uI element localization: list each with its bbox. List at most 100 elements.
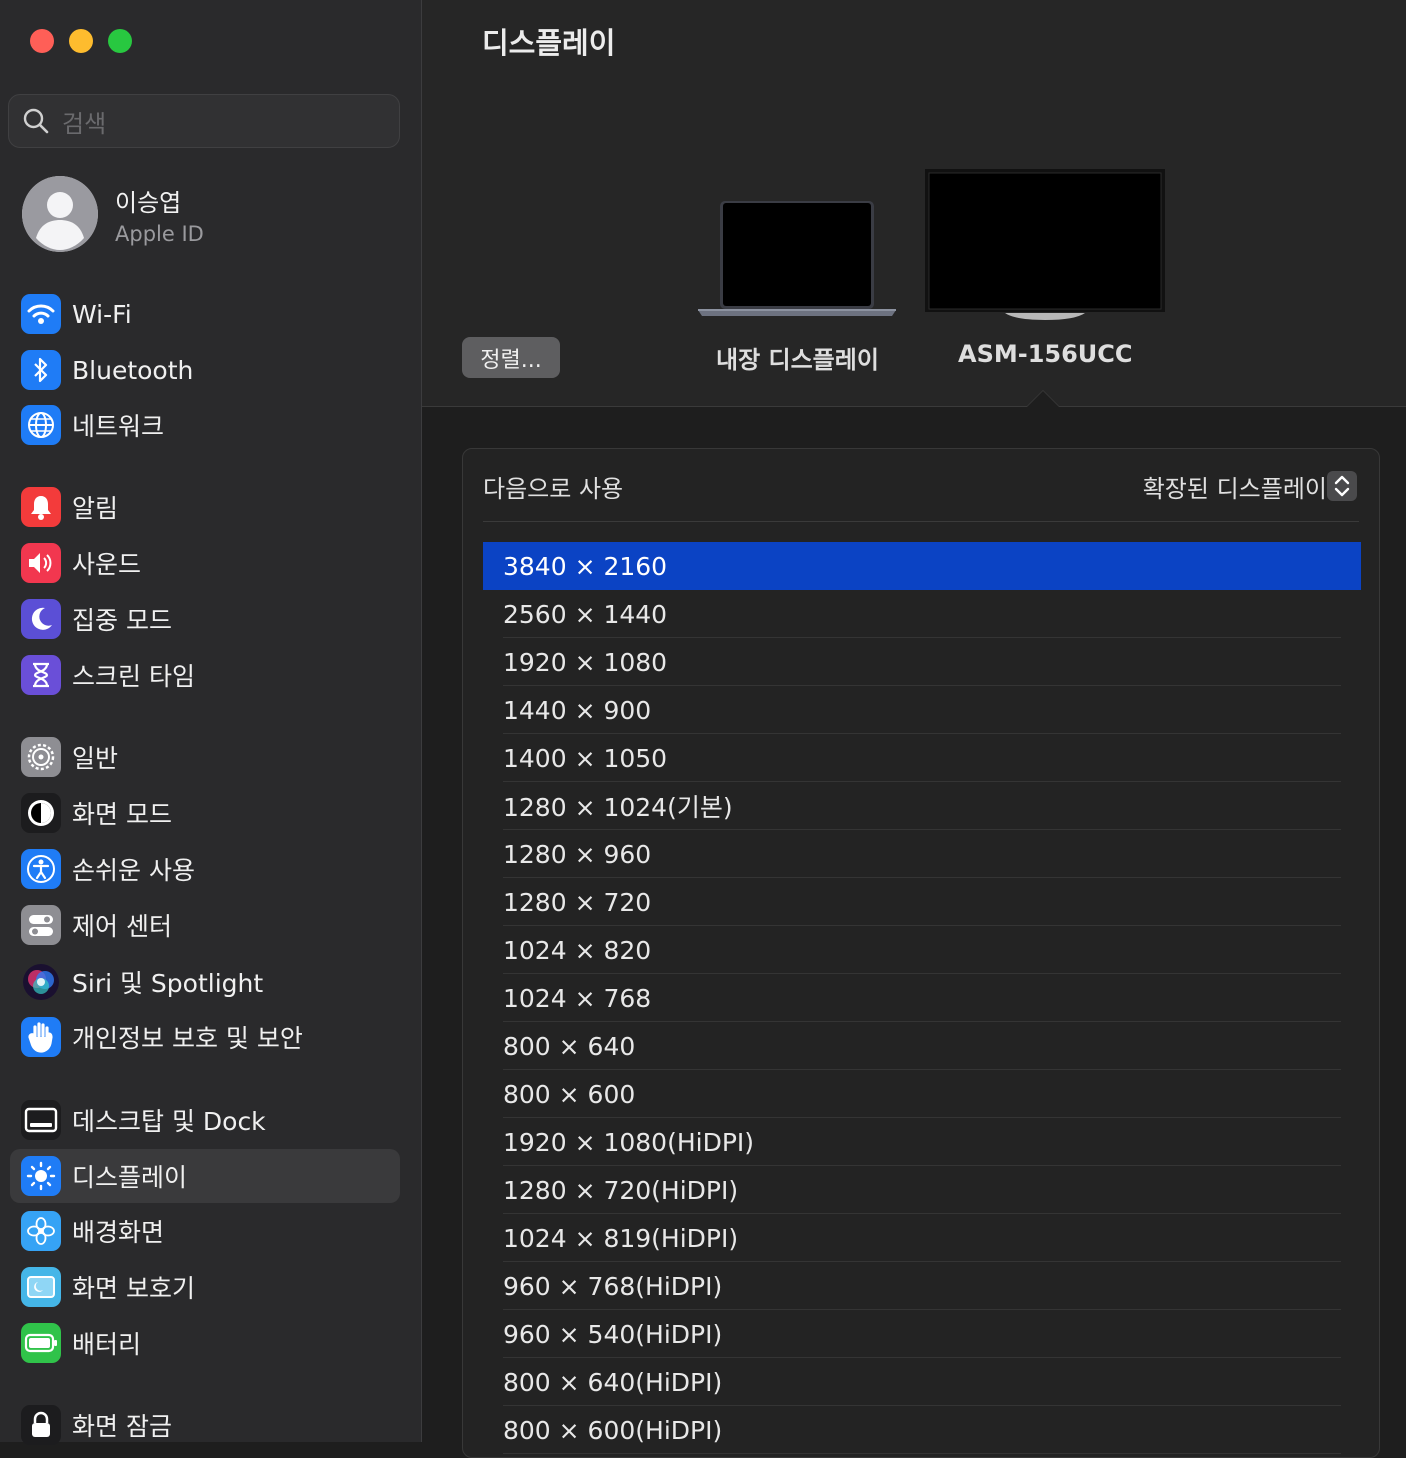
page-title: 디스플레이	[482, 26, 616, 60]
display-arrangement: 디스플레이 내장 디스플레이 ASM-156UCC 정렬...	[422, 0, 1406, 407]
siri-icon	[21, 962, 61, 1002]
sidebar-item-wifi[interactable]: Wi-Fi	[10, 287, 400, 341]
apple-id-account[interactable]: 이승엽 Apple ID	[22, 176, 204, 252]
use-as-row: 다음으로 사용 확장된 디스플레이	[483, 449, 1359, 522]
sidebar-item-screen-saver[interactable]: 화면 보호기	[10, 1260, 400, 1314]
bluetooth-icon	[21, 350, 61, 390]
sidebar-item-bluetooth[interactable]: Bluetooth	[10, 343, 400, 397]
resolution-option[interactable]: 1920 × 1080	[483, 638, 1361, 686]
external-display-thumbnail[interactable]	[925, 169, 1165, 323]
sun-icon	[21, 1156, 61, 1196]
sidebar-item-appearance[interactable]: 화면 모드	[10, 786, 400, 840]
resolution-label: 960 × 540(HiDPI)	[503, 1319, 723, 1349]
sidebar-item-network[interactable]: 네트워크	[10, 398, 400, 452]
sidebar-item-label: 배터리	[72, 1330, 142, 1359]
sidebar-item-label: 알림	[72, 494, 119, 523]
use-as-label: 다음으로 사용	[483, 475, 624, 503]
sidebar-item-label: 스크린 타임	[72, 662, 195, 691]
external-display-label[interactable]: ASM-156UCC	[958, 340, 1133, 368]
bell-icon	[21, 487, 61, 527]
main-content: 디스플레이 내장 디스플레이 ASM-156UCC 정렬... 다음으로 사용	[422, 0, 1406, 1458]
resolution-label: 1280 × 720	[503, 887, 652, 917]
sidebar-item-label: 일반	[72, 744, 119, 773]
resolution-list: 3840 × 2160 2560 × 1440 1920 × 1080 1440…	[483, 542, 1361, 1454]
sidebar-item-label: Wi-Fi	[72, 299, 132, 329]
resolution-label: 1440 × 900	[503, 695, 652, 725]
sidebar-item-label: Siri 및 Spotlight	[72, 969, 264, 998]
account-subtitle: Apple ID	[115, 221, 204, 246]
resolution-option[interactable]: 800 × 600(HiDPI)	[483, 1406, 1361, 1454]
sidebar-item-label: 데스크탑 및 Dock	[72, 1107, 266, 1136]
builtin-display-label[interactable]: 내장 디스플레이	[716, 340, 879, 375]
wifi-icon	[21, 294, 61, 334]
toggles-icon	[21, 905, 61, 945]
sidebar-item-general[interactable]: 일반	[10, 730, 400, 784]
resolution-option[interactable]: 1280 × 720	[483, 878, 1361, 926]
sidebar-item-battery[interactable]: 배터리	[10, 1316, 400, 1370]
arrange-button[interactable]: 정렬...	[462, 337, 560, 378]
resolution-label: 800 × 640	[503, 1031, 636, 1061]
zoom-button[interactable]	[108, 29, 132, 53]
resolution-label: 1024 × 768	[503, 983, 652, 1013]
resolution-option[interactable]: 1024 × 820	[483, 926, 1361, 974]
resolution-label: 800 × 600	[503, 1079, 636, 1109]
person-icon	[22, 176, 98, 252]
sidebar: 검색 이승엽 Apple ID Wi-Fi Bluetooth 네트워크 알림 …	[0, 0, 422, 1445]
resolution-option[interactable]: 1440 × 900	[483, 686, 1361, 734]
display-settings-panel: 다음으로 사용 확장된 디스플레이 3840 × 2160 2560 × 144…	[462, 448, 1380, 1458]
laptop-icon	[698, 201, 896, 316]
use-as-popup[interactable]: 확장된 디스플레이	[1143, 469, 1327, 504]
sidebar-item-label: 사운드	[72, 550, 142, 579]
resolution-option[interactable]: 1920 × 1080(HiDPI)	[483, 1118, 1361, 1166]
resolution-option[interactable]: 800 × 640(HiDPI)	[483, 1358, 1361, 1406]
resolution-option[interactable]: 1280 × 960	[483, 830, 1361, 878]
resolution-option[interactable]: 1280 × 720(HiDPI)	[483, 1166, 1361, 1214]
sidebar-item-control-center[interactable]: 제어 센터	[10, 898, 400, 952]
sidebar-item-screen-time[interactable]: 스크린 타임	[10, 648, 400, 702]
resolution-label: 3840 × 2160	[503, 551, 668, 581]
sidebar-item-siri-spotlight[interactable]: Siri 및 Spotlight	[10, 955, 400, 1009]
speaker-icon	[21, 543, 61, 583]
close-button[interactable]	[30, 29, 54, 53]
sidebar-item-focus[interactable]: 집중 모드	[10, 592, 400, 646]
resolution-label: 1400 × 1050	[503, 743, 668, 773]
resolution-option[interactable]: 1024 × 819(HiDPI)	[483, 1214, 1361, 1262]
flower-icon	[21, 1211, 61, 1251]
window-controls	[30, 29, 132, 53]
sidebar-item-label: 제어 센터	[72, 912, 172, 941]
sidebar-item-wallpaper[interactable]: 배경화면	[10, 1204, 400, 1258]
sidebar-item-notifications[interactable]: 알림	[10, 480, 400, 534]
sidebar-item-privacy-security[interactable]: 개인정보 보호 및 보안	[10, 1010, 400, 1064]
sidebar-item-desktop-dock[interactable]: 데스크탑 및 Dock	[10, 1093, 400, 1147]
resolution-label: 1920 × 1080(HiDPI)	[503, 1127, 755, 1157]
battery-icon	[21, 1323, 61, 1363]
resolution-option[interactable]: 1280 × 1024(기본)	[483, 782, 1361, 830]
globe-icon	[21, 405, 61, 445]
sidebar-item-accessibility[interactable]: 손쉬운 사용	[10, 842, 400, 896]
sidebar-item-label: Bluetooth	[72, 355, 194, 385]
resolution-label: 1280 × 720(HiDPI)	[503, 1175, 739, 1205]
resolution-option[interactable]: 3840 × 2160	[483, 542, 1361, 590]
search-field[interactable]: 검색	[8, 94, 400, 148]
resolution-option[interactable]: 960 × 540(HiDPI)	[483, 1310, 1361, 1358]
resolution-label: 800 × 600(HiDPI)	[503, 1415, 723, 1445]
sidebar-item-label: 집중 모드	[72, 606, 172, 635]
resolution-option[interactable]: 1400 × 1050	[483, 734, 1361, 782]
resolution-option[interactable]: 2560 × 1440	[483, 590, 1361, 638]
resolution-label: 1024 × 820	[503, 935, 652, 965]
sidebar-item-displays[interactable]: 디스플레이	[10, 1149, 400, 1203]
popup-chevron-icon[interactable]	[1327, 471, 1357, 501]
sidebar-item-lock-screen[interactable]: 화면 잠금	[10, 1398, 400, 1452]
resolution-option[interactable]: 800 × 600	[483, 1070, 1361, 1118]
sidebar-item-label: 화면 잠금	[72, 1412, 172, 1441]
sidebar-item-label: 화면 보호기	[72, 1274, 195, 1303]
resolution-option[interactable]: 800 × 640	[483, 1022, 1361, 1070]
builtin-display-thumbnail[interactable]	[696, 200, 898, 320]
resolution-option[interactable]: 960 × 768(HiDPI)	[483, 1262, 1361, 1310]
moon-icon	[21, 599, 61, 639]
resolution-option[interactable]: 1024 × 768	[483, 974, 1361, 1022]
lock-icon	[21, 1405, 61, 1445]
appearance-icon	[21, 793, 61, 833]
sidebar-item-sound[interactable]: 사운드	[10, 536, 400, 590]
minimize-button[interactable]	[69, 29, 93, 53]
